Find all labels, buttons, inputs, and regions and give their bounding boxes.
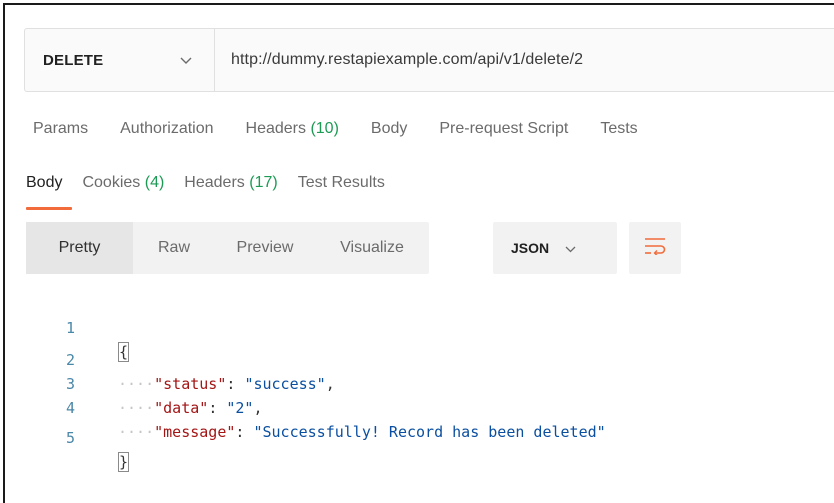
active-tab-indicator — [26, 207, 72, 210]
code-line: 2 ····"status": "success", — [0, 324, 335, 393]
json-value: "2" — [226, 399, 254, 417]
json-key: "data" — [154, 399, 209, 417]
json-punct: , — [325, 375, 335, 393]
code-line: 5 } — [0, 402, 130, 472]
tab-tests[interactable]: Tests — [600, 120, 637, 144]
request-bar: DELETE http://dummy.restapiexample.com/a… — [24, 28, 834, 92]
line-number: 2 — [66, 351, 76, 369]
view-preview-button[interactable]: Preview — [215, 222, 315, 274]
view-raw-button[interactable]: Raw — [133, 222, 215, 274]
tab-label: Cookies — [82, 174, 141, 191]
tab-label: Test Results — [297, 174, 385, 191]
chevron-down-icon — [180, 52, 192, 68]
response-tab-body[interactable]: Body — [26, 174, 62, 198]
close-brace: } — [118, 452, 130, 472]
code-line: 4 ····"message": "Successfully! Record h… — [0, 372, 606, 441]
json-value: "success" — [244, 375, 326, 393]
url-input[interactable]: http://dummy.restapiexample.com/api/v1/d… — [215, 51, 583, 69]
tab-label: Pre-request Script — [439, 120, 569, 137]
open-brace: { — [118, 342, 130, 362]
line-number: 3 — [66, 375, 76, 393]
request-tabs: Params Authorization Headers (10) Body P… — [33, 120, 670, 144]
line-number: 4 — [66, 399, 76, 417]
method-select[interactable]: DELETE — [25, 29, 215, 91]
tab-label: Headers — [184, 174, 245, 191]
line-number: 5 — [66, 429, 76, 447]
tab-label: Body — [26, 174, 63, 191]
tab-label: Headers — [245, 120, 306, 137]
view-mode-group: Pretty Raw Preview Visualize — [26, 222, 429, 274]
response-tab-cookies[interactable]: Cookies (4) — [82, 174, 164, 198]
json-key: "status" — [154, 375, 227, 393]
tab-headers[interactable]: Headers (10) — [246, 120, 339, 144]
response-tabs: Body Cookies (4) Headers (17) Test Resul… — [26, 174, 405, 198]
method-label: DELETE — [43, 51, 104, 69]
tab-params[interactable]: Params — [33, 120, 88, 144]
tab-label: Authorization — [120, 120, 214, 137]
json-value: "Successfully! Record has been deleted" — [253, 423, 606, 441]
code-line: 3 ····"data": "2", — [0, 348, 263, 417]
json-key: "message" — [154, 423, 236, 441]
wrap-lines-icon — [644, 237, 666, 260]
format-select[interactable]: JSON — [493, 222, 617, 274]
wrap-lines-button[interactable] — [629, 222, 681, 274]
tab-body[interactable]: Body — [371, 120, 407, 144]
view-pretty-button[interactable]: Pretty — [26, 222, 133, 274]
tab-label: Tests — [600, 120, 638, 137]
tab-authorization[interactable]: Authorization — [120, 120, 213, 144]
line-number: 1 — [66, 319, 76, 337]
tab-label: Body — [370, 120, 408, 137]
code-line: 1 { — [0, 292, 130, 362]
chevron-down-icon — [565, 241, 576, 256]
tab-pre-request-script[interactable]: Pre-request Script — [439, 120, 568, 144]
view-visualize-button[interactable]: Visualize — [315, 222, 429, 274]
json-punct: , — [253, 399, 263, 417]
tab-count: (4) — [144, 174, 165, 191]
format-label: JSON — [511, 240, 550, 256]
response-tab-headers[interactable]: Headers (17) — [184, 174, 277, 198]
tab-label: Params — [33, 120, 89, 137]
tab-count: (17) — [249, 174, 278, 191]
tab-count: (10) — [310, 120, 339, 137]
response-tab-test-results[interactable]: Test Results — [298, 174, 385, 198]
